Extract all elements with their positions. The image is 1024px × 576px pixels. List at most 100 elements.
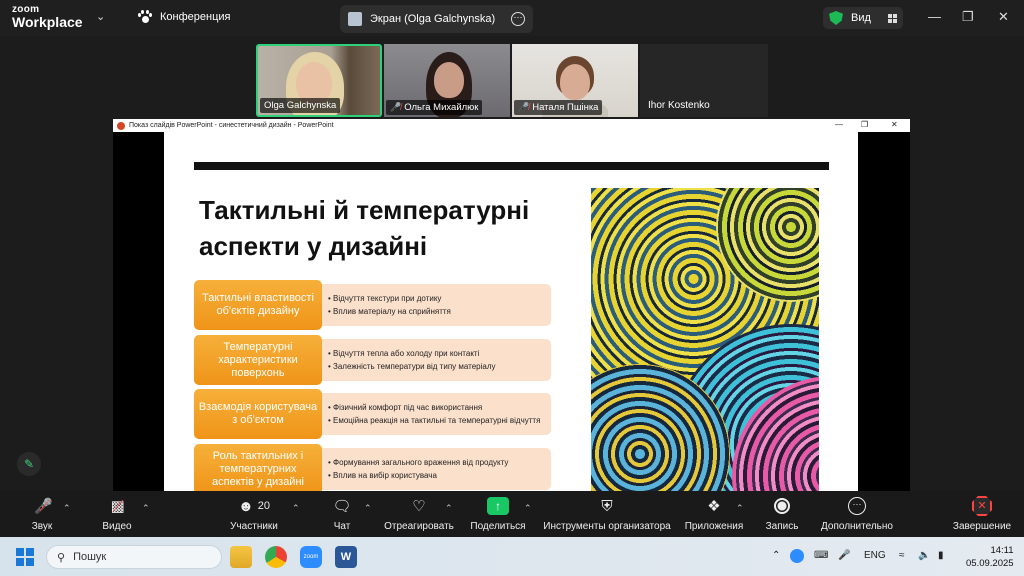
more-icon: ··· bbox=[848, 497, 866, 515]
meeting-info-button[interactable]: Конференция bbox=[138, 10, 230, 24]
bullet: • Формування загального враження від про… bbox=[328, 458, 509, 467]
participant-name: 🎤̸ Наталя Пшінка bbox=[514, 100, 603, 115]
apps-label: Приложения bbox=[684, 521, 744, 532]
clock-date: 05.09.2025 bbox=[966, 558, 1014, 569]
participant-tile[interactable]: Olga Galchynska bbox=[256, 44, 382, 117]
screen-share-tab[interactable]: Экран (Olga Galchynska) ··· bbox=[340, 5, 533, 33]
mic-off-icon: 🎤⟋ bbox=[34, 498, 54, 515]
video-button[interactable]: ▩⟋ Видео bbox=[100, 495, 134, 532]
aspect-row: • Відчуття текстури при дотику • Вплив м… bbox=[194, 280, 551, 330]
close-icon[interactable]: ✕ bbox=[998, 9, 1009, 25]
zoom-window: zoom Workplace ⌄ Конференция Экран (Olga… bbox=[0, 0, 1024, 576]
zoom-app-icon[interactable]: zoom bbox=[300, 546, 322, 568]
wifi-icon[interactable]: ≈ bbox=[899, 550, 905, 561]
aspect-label: Роль тактильних і температурних аспектів… bbox=[194, 444, 322, 491]
battery-icon[interactable]: ▮ bbox=[938, 550, 944, 561]
meeting-toolbar: 🎤⟋ Звук ⌃ ▩⟋ Видео ⌃ ☻ 20 Участники ⌃ 🗨 Ч… bbox=[0, 491, 1024, 537]
aspect-description: • Відчуття текстури при дотику • Вплив м… bbox=[318, 284, 551, 326]
windows-taskbar: ⚲ Пошук zoom W ⌃ ⌨ 🎤 ENG ≈ 🔈 ▮ 14:11 05.… bbox=[0, 537, 1024, 576]
participants-label: Участники bbox=[230, 521, 278, 532]
participant-tile[interactable]: 🎤̸ Наталя Пшінка bbox=[512, 44, 638, 117]
restore-icon[interactable]: ❐ bbox=[861, 120, 868, 129]
slide-top-bar bbox=[194, 162, 829, 170]
mic-off-icon: 🎤̸ bbox=[390, 102, 402, 112]
host-tools-button[interactable]: ⛨ Инструменты организатора bbox=[543, 495, 671, 533]
apps-icon: ❖ bbox=[707, 498, 721, 515]
participant-name: Olga Galchynska bbox=[260, 98, 341, 113]
close-icon[interactable]: ✕ bbox=[891, 120, 898, 129]
volume-icon[interactable]: 🔈 bbox=[918, 550, 930, 561]
zoom-tray-icon[interactable] bbox=[790, 549, 804, 563]
react-options-caret[interactable]: ⌃ bbox=[445, 503, 453, 514]
more-label: Дополнительно bbox=[821, 521, 893, 532]
screen-tab-label: Экран (Olga Galchynska) bbox=[370, 13, 496, 25]
bullet: • Фізичний комфорт під час використання bbox=[328, 403, 483, 412]
audio-options-caret[interactable]: ⌃ bbox=[63, 503, 71, 514]
participant-strip: Olga Galchynska 🎤̸ Ольга Михайлюк 🎤̸ Натал… bbox=[256, 44, 768, 117]
chrome-icon[interactable] bbox=[265, 546, 287, 568]
participants-options-caret[interactable]: ⌃ bbox=[292, 503, 300, 514]
search-placeholder: Пошук bbox=[73, 551, 107, 563]
aspect-label: Тактильні властивості об'єктів дизайну bbox=[194, 280, 322, 330]
video-label: Видео bbox=[102, 521, 132, 532]
chat-options-caret[interactable]: ⌃ bbox=[364, 503, 372, 514]
participant-tile[interactable]: Ihor Kostenko bbox=[640, 44, 768, 117]
participant-name: 🎤̸ Ольга Михайлюк bbox=[386, 100, 483, 115]
zoom-logo: zoom Workplace bbox=[12, 5, 83, 30]
minimize-icon[interactable]: — bbox=[928, 9, 941, 24]
mosaic-circles-image bbox=[591, 188, 819, 491]
apps-options-caret[interactable]: ⌃ bbox=[736, 503, 744, 514]
chevron-up-icon[interactable]: ⌃ bbox=[772, 550, 780, 561]
file-explorer-icon[interactable] bbox=[230, 546, 252, 568]
aspect-row: • Фізичний комфорт під час використання … bbox=[194, 389, 551, 439]
clock[interactable]: 14:11 05.09.2025 bbox=[966, 544, 1014, 570]
share-screen-icon: ↑ bbox=[487, 497, 509, 515]
paw-icon bbox=[138, 10, 152, 24]
chat-label: Чат bbox=[333, 521, 351, 532]
end-label: Завершение bbox=[952, 521, 1012, 532]
aspect-label: Взаємодія користувача з об'єктом bbox=[194, 389, 322, 439]
start-icon[interactable] bbox=[16, 548, 34, 566]
bullet: • Залежність температури від типу матері… bbox=[328, 362, 496, 371]
avatar bbox=[348, 12, 362, 26]
participant-tile[interactable]: 🎤̸ Ольга Михайлюк bbox=[384, 44, 510, 117]
grid-icon bbox=[888, 13, 897, 23]
participants-button[interactable]: ☻ 20 Участники bbox=[228, 495, 280, 533]
zoom-title-bar: zoom Workplace ⌄ Конференция Экран (Olga… bbox=[0, 0, 1024, 36]
shared-powerpoint-window: Показ слайдів PowerPoint - синестетичний… bbox=[113, 119, 910, 491]
people-icon: ☻ bbox=[237, 497, 254, 515]
record-label: Запись bbox=[765, 521, 799, 532]
minimize-icon[interactable]: — bbox=[835, 120, 843, 129]
end-meeting-button[interactable]: ✕ Завершение bbox=[950, 495, 1014, 532]
view-button[interactable]: Вид bbox=[823, 7, 903, 29]
aspect-description: • Формування загального враження від про… bbox=[318, 448, 551, 490]
annotate-pen-icon[interactable]: ✎ bbox=[17, 452, 41, 476]
keyboard-icon[interactable]: ⌨ bbox=[814, 550, 828, 561]
search-icon: ⚲ bbox=[57, 551, 66, 564]
restore-icon[interactable]: ❐ bbox=[962, 9, 974, 25]
chat-icon: 🗨 bbox=[332, 498, 352, 515]
word-icon[interactable]: W bbox=[335, 546, 357, 568]
slide-title: Тактильні й температурні аспекти у дизай… bbox=[199, 195, 530, 261]
chat-button[interactable]: 🗨 Чат bbox=[328, 495, 356, 532]
mic-off-icon: 🎤̸ bbox=[518, 102, 530, 112]
audio-button[interactable]: 🎤⟋ Звук bbox=[26, 495, 58, 532]
aspect-row: • Формування загального враження від про… bbox=[194, 444, 551, 491]
share-options-caret[interactable]: ⌃ bbox=[524, 503, 532, 514]
end-icon: ✕ bbox=[972, 496, 992, 516]
video-options-caret[interactable]: ⌃ bbox=[142, 503, 150, 514]
video-off-icon: ▩⟋ bbox=[110, 498, 125, 515]
search-input[interactable]: ⚲ Пошук bbox=[46, 545, 222, 569]
record-button[interactable]: Запись bbox=[763, 495, 801, 532]
slide: Тактильні й температурні аспекти у дизай… bbox=[164, 132, 858, 491]
microphone-icon[interactable]: 🎤 bbox=[838, 550, 850, 561]
share-button[interactable]: ↑ Поделиться bbox=[470, 495, 526, 532]
bullet: • Відчуття текстури при дотику bbox=[328, 294, 442, 303]
more-icon[interactable]: ··· bbox=[511, 12, 525, 26]
more-button[interactable]: ··· Дополнительно bbox=[818, 495, 896, 532]
view-label: Вид bbox=[851, 12, 871, 24]
language-indicator[interactable]: ENG bbox=[864, 550, 886, 561]
record-icon bbox=[774, 498, 790, 514]
aspect-row: • Відчуття тепла або холоду при контакті… bbox=[194, 335, 551, 385]
chevron-down-icon[interactable]: ⌄ bbox=[96, 10, 105, 23]
